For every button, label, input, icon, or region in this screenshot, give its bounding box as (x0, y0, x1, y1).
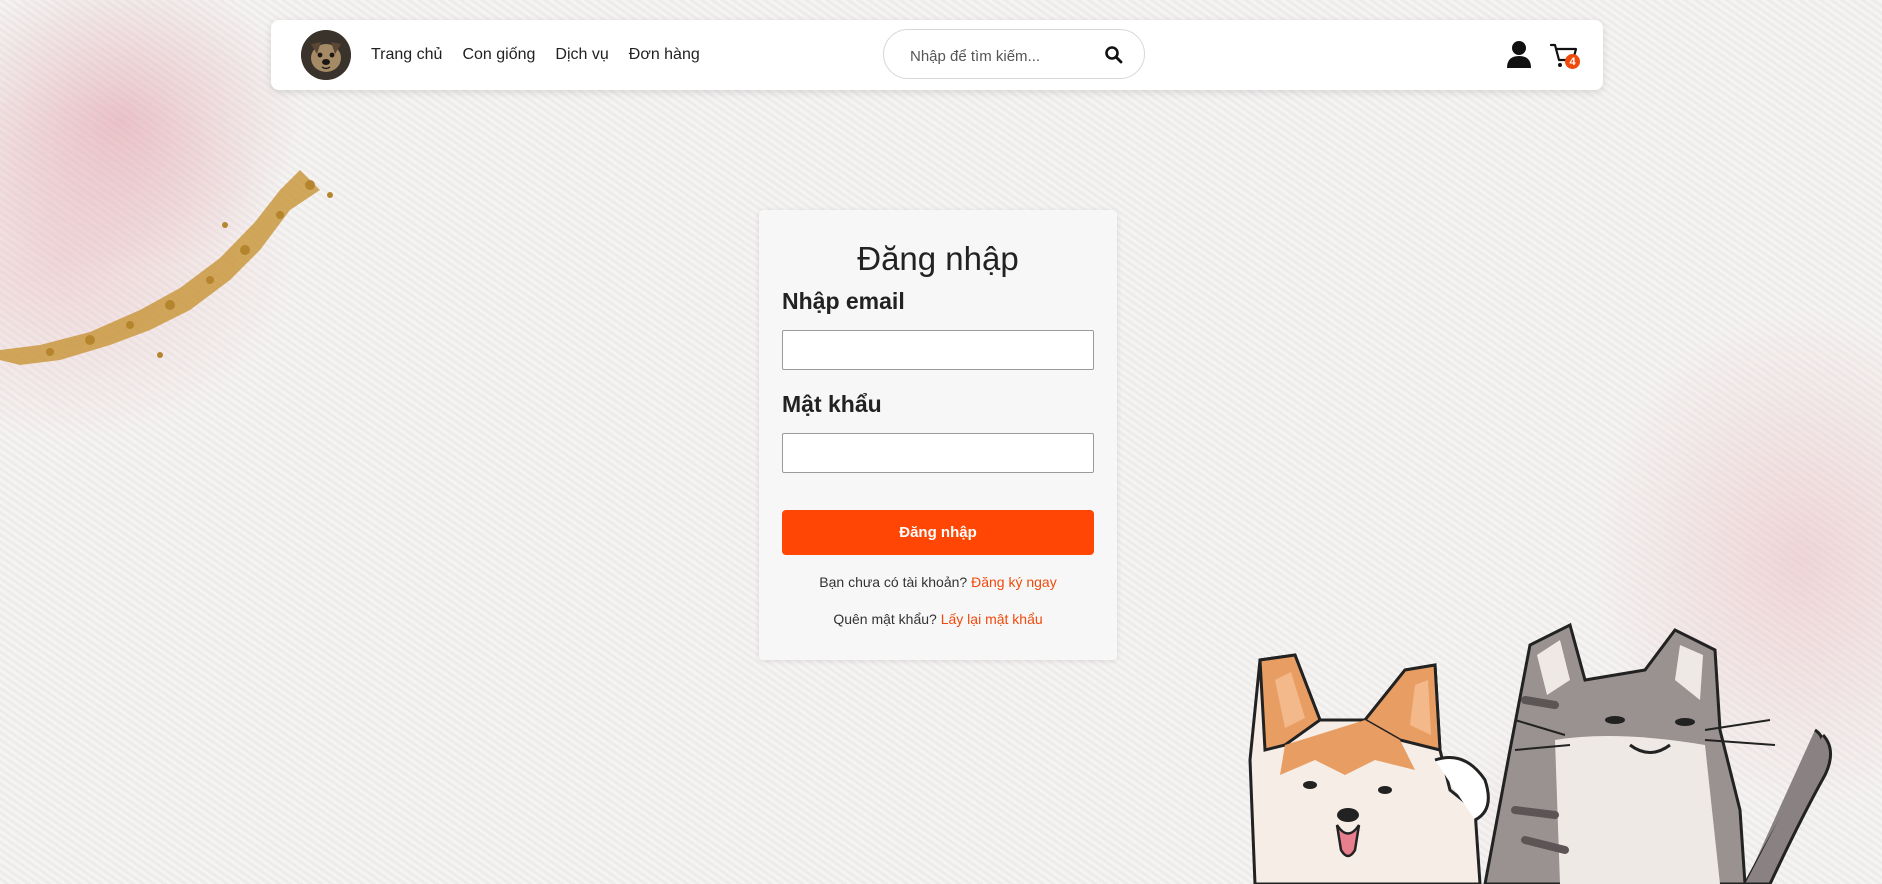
nav-home[interactable]: Trang chủ (371, 46, 442, 64)
cat-illustration-icon (1483, 622, 1832, 884)
email-field[interactable] (782, 330, 1094, 370)
search-input[interactable] (908, 42, 1102, 70)
nav-services[interactable]: Dịch vụ (555, 46, 608, 64)
cart-count-badge: 4 (1565, 54, 1580, 69)
register-prompt: Bạn chưa có tài khoản? (819, 574, 968, 590)
search-icon[interactable] (1104, 45, 1124, 65)
forgot-line: Quên mật khẩu? Lấy lại mật khẩu (759, 611, 1117, 627)
gold-glitter-decoration (0, 170, 333, 365)
pets-illustration (1248, 622, 1832, 884)
login-button[interactable]: Đăng nhập (782, 510, 1094, 555)
search-box (883, 29, 1145, 79)
login-card: Đăng nhập Nhập email Mật khẩu Đăng nhập … (759, 210, 1117, 660)
login-title: Đăng nhập (857, 240, 1019, 277)
user-icon[interactable] (1506, 40, 1532, 68)
password-label: Mật khẩu (782, 391, 882, 417)
nav-orders[interactable]: Đơn hàng (629, 46, 700, 64)
corgi-illustration-icon (1248, 653, 1490, 884)
forgot-password-link[interactable]: Lấy lại mật khẩu (941, 611, 1043, 627)
dog-avatar-icon (301, 30, 351, 80)
nav-breeds[interactable]: Con giống (462, 46, 535, 64)
email-label: Nhập email (782, 288, 905, 314)
password-field[interactable] (782, 433, 1094, 473)
register-line: Bạn chưa có tài khoản? Đăng ký ngay (759, 574, 1117, 590)
top-navbar: Trang chủ Con giống Dịch vụ Đơn hàng 4 (271, 20, 1603, 90)
main-nav: Trang chủ Con giống Dịch vụ Đơn hàng (371, 20, 700, 90)
site-logo[interactable] (301, 30, 351, 80)
register-link[interactable]: Đăng ký ngay (971, 574, 1057, 590)
forgot-prompt: Quên mật khẩu? (833, 611, 937, 627)
